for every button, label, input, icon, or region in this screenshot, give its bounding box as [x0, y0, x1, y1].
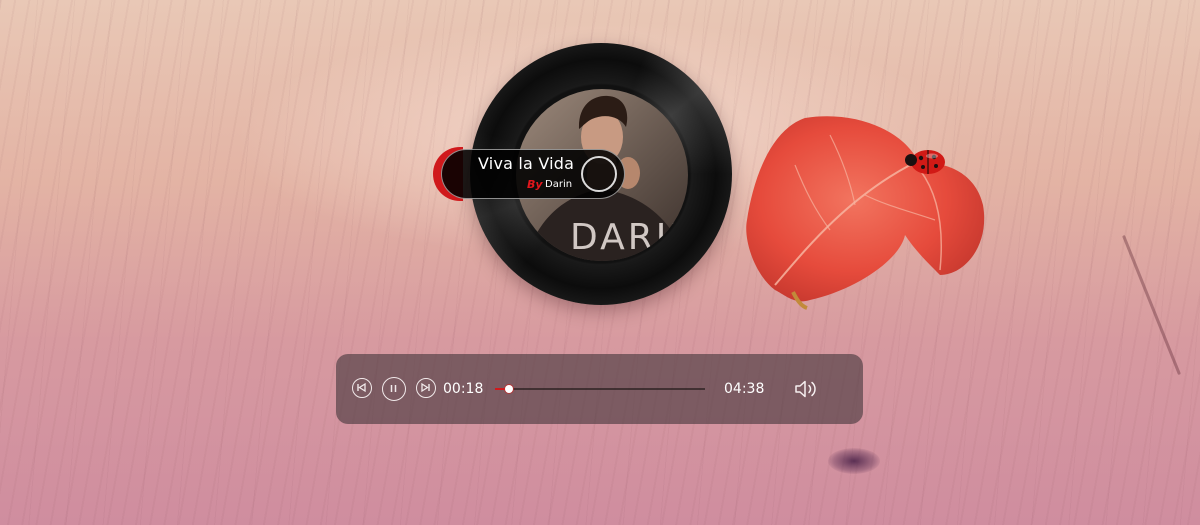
song-artist: Darin: [545, 179, 573, 190]
song-title: Viva la Vida: [478, 154, 575, 173]
progress-thumb[interactable]: [504, 385, 513, 393]
current-time: 00:18: [443, 381, 484, 397]
pause-icon: [390, 385, 397, 392]
pause-button[interactable]: [382, 377, 406, 401]
next-button[interactable]: [416, 378, 436, 398]
song-by-label: By: [527, 178, 543, 191]
player-page: DARIN Viva la Vida By Darin 00:18 04:38: [0, 0, 1200, 525]
progress-track[interactable]: [495, 385, 705, 393]
wood-stain: [828, 448, 880, 474]
previous-button[interactable]: [352, 378, 372, 398]
skip-forward-icon: [421, 382, 430, 393]
skip-back-icon: [357, 382, 366, 393]
total-time: 04:38: [724, 381, 765, 397]
disc-center-ring: [581, 156, 617, 192]
volume-icon[interactable]: [794, 378, 820, 400]
leaf-image: [746, 116, 985, 310]
